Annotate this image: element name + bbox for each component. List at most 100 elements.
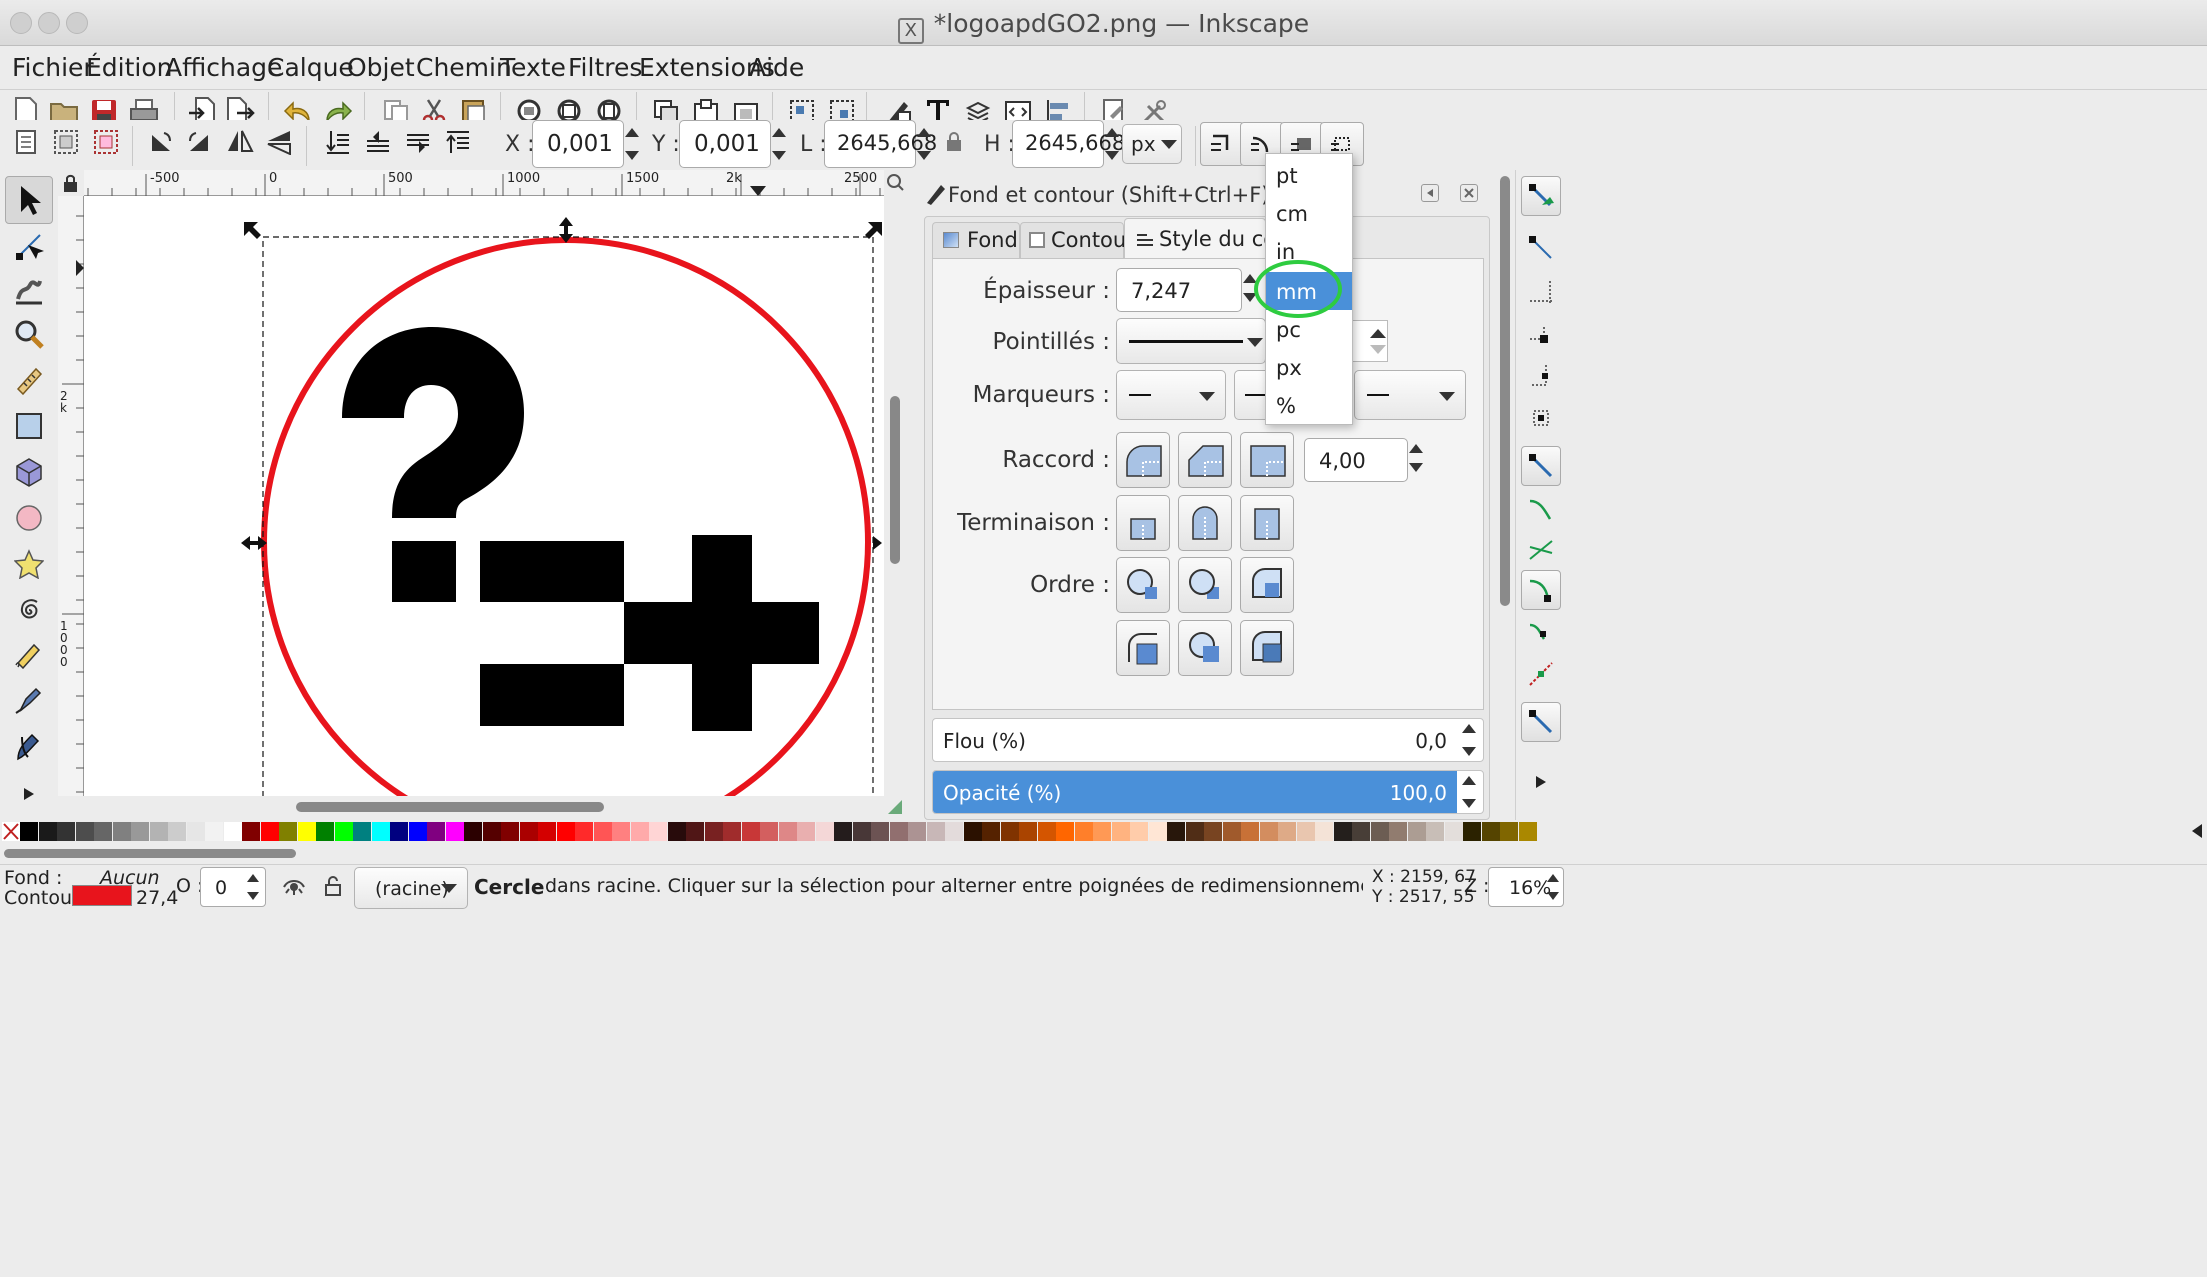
- blur-slider[interactable]: Flou (%) 0,0: [932, 718, 1484, 762]
- drawing-canvas[interactable]: [84, 196, 884, 796]
- palette-scrollbar[interactable]: [0, 842, 2207, 864]
- measure-tool-icon[interactable]: [5, 356, 53, 404]
- snap-bbox-midpoints-icon[interactable]: [1521, 356, 1561, 396]
- color-swatch[interactable]: [316, 822, 334, 841]
- snap-midpoints-icon[interactable]: [1521, 654, 1561, 694]
- snap-paths-icon[interactable]: [1521, 490, 1561, 530]
- deselect-icon[interactable]: [84, 120, 128, 164]
- x-input[interactable]: 0,001: [532, 120, 624, 168]
- color-swatch[interactable]: [371, 822, 390, 841]
- lock-guides-icon[interactable]: [58, 170, 84, 196]
- order-markers-fill-button[interactable]: [1240, 620, 1294, 676]
- tab-contour[interactable]: Contour: [1020, 222, 1135, 258]
- color-swatch[interactable]: [1500, 822, 1518, 841]
- start-marker-select[interactable]: [1116, 370, 1226, 420]
- color-swatch[interactable]: [1056, 822, 1074, 841]
- color-swatch[interactable]: [501, 822, 519, 841]
- color-swatch[interactable]: [186, 822, 205, 841]
- snap-others-icon[interactable]: [1521, 702, 1561, 742]
- no-paint-icon[interactable]: [2, 822, 20, 841]
- color-swatch[interactable]: [778, 822, 797, 841]
- order-stroke-fill-button[interactable]: [1116, 620, 1170, 676]
- color-swatch[interactable]: [20, 822, 38, 841]
- color-swatch[interactable]: [556, 822, 575, 841]
- layer-lock-icon[interactable]: [322, 875, 344, 897]
- color-swatch[interactable]: [1259, 822, 1278, 841]
- more-tools-icon[interactable]: [5, 770, 53, 818]
- star-tool-icon[interactable]: [5, 540, 53, 588]
- snap-nodes-icon[interactable]: [1521, 446, 1561, 486]
- stroke-width-input[interactable]: 7,247: [1116, 268, 1242, 312]
- color-swatch[interactable]: [1037, 822, 1056, 841]
- color-swatch[interactable]: [334, 822, 353, 841]
- pencil-tool-icon[interactable]: [5, 630, 53, 678]
- unit-option-percent[interactable]: %: [1266, 386, 1352, 424]
- dock-scroll-thumb[interactable]: [1500, 176, 1510, 606]
- color-swatch[interactable]: [57, 822, 75, 841]
- color-swatch[interactable]: [760, 822, 778, 841]
- color-swatch[interactable]: [1296, 822, 1315, 841]
- color-swatch[interactable]: [1074, 822, 1093, 841]
- color-swatch[interactable]: [834, 822, 852, 841]
- color-swatch[interactable]: [1518, 822, 1537, 841]
- color-swatch[interactable]: [1167, 822, 1185, 841]
- palette-scroll-thumb[interactable]: [4, 849, 296, 858]
- calligraphy-tool-icon[interactable]: [5, 722, 53, 770]
- color-swatch[interactable]: [279, 822, 297, 841]
- color-swatch[interactable]: [1481, 822, 1500, 841]
- color-swatch[interactable]: [149, 822, 168, 841]
- stroke-color-swatch[interactable]: [72, 885, 132, 906]
- close-dialog-button[interactable]: [1460, 184, 1478, 202]
- color-swatch[interactable]: [926, 822, 945, 841]
- snap-bbox-corners-icon[interactable]: [1521, 314, 1561, 354]
- canvas-vertical-scrollbar[interactable]: [884, 196, 906, 796]
- color-swatch[interactable]: [445, 822, 464, 841]
- color-swatch[interactable]: [1185, 822, 1204, 841]
- color-swatch[interactable]: [205, 822, 223, 841]
- color-swatch[interactable]: [538, 822, 556, 841]
- color-swatch[interactable]: [482, 822, 501, 841]
- snap-smooth-nodes-icon[interactable]: [1521, 612, 1561, 652]
- node-tool-icon[interactable]: [5, 222, 53, 270]
- color-swatch[interactable]: [519, 822, 538, 841]
- unit-select[interactable]: px: [1122, 124, 1182, 164]
- color-swatch[interactable]: [242, 822, 260, 841]
- blur-spinner[interactable]: [1457, 716, 1481, 764]
- dock-scrollbar[interactable]: [1496, 170, 1514, 820]
- color-swatch[interactable]: [297, 822, 316, 841]
- color-swatch[interactable]: [1315, 822, 1333, 841]
- zoom-tool-icon[interactable]: [5, 310, 53, 358]
- select-all-icon[interactable]: [4, 120, 48, 164]
- cap-square-button[interactable]: [1240, 495, 1294, 551]
- menu-aide[interactable]: Aide: [749, 53, 804, 82]
- menu-affichage[interactable]: Affichage: [165, 53, 282, 82]
- opacity-spinner[interactable]: [1457, 771, 1481, 813]
- color-swatch[interactable]: [1130, 822, 1148, 841]
- order-stroke-markers-button[interactable]: [1178, 620, 1232, 676]
- color-swatch[interactable]: [963, 822, 982, 841]
- color-swatch[interactable]: [1389, 822, 1407, 841]
- menu-texte[interactable]: Texte: [500, 53, 566, 82]
- snap-cusp-nodes-icon[interactable]: [1521, 570, 1561, 610]
- color-swatch[interactable]: [1111, 822, 1130, 841]
- join-bevel-button[interactable]: [1178, 432, 1232, 488]
- unit-option-px[interactable]: px: [1266, 348, 1352, 386]
- flip-vertical-icon[interactable]: [258, 120, 302, 164]
- color-swatch[interactable]: [908, 822, 926, 841]
- color-swatch[interactable]: [649, 822, 667, 841]
- color-swatch[interactable]: [630, 822, 649, 841]
- color-swatch[interactable]: [1241, 822, 1259, 841]
- menu-objet[interactable]: Objet: [347, 53, 415, 82]
- flip-horizontal-icon[interactable]: [218, 120, 262, 164]
- 3d-box-tool-icon[interactable]: [5, 448, 53, 496]
- order-markers-button[interactable]: [1240, 557, 1294, 613]
- rotate-cw-icon[interactable]: [178, 120, 222, 164]
- x-spinner[interactable]: [620, 120, 644, 168]
- color-swatch[interactable]: [94, 822, 112, 841]
- palette-scroll-icon[interactable]: [2190, 822, 2204, 840]
- rectangle-tool-icon[interactable]: [5, 402, 53, 450]
- color-swatch[interactable]: [1352, 822, 1370, 841]
- snap-path-intersections-icon[interactable]: [1521, 530, 1561, 570]
- color-swatch[interactable]: [223, 822, 242, 841]
- iconify-dialog-button[interactable]: [1421, 184, 1439, 202]
